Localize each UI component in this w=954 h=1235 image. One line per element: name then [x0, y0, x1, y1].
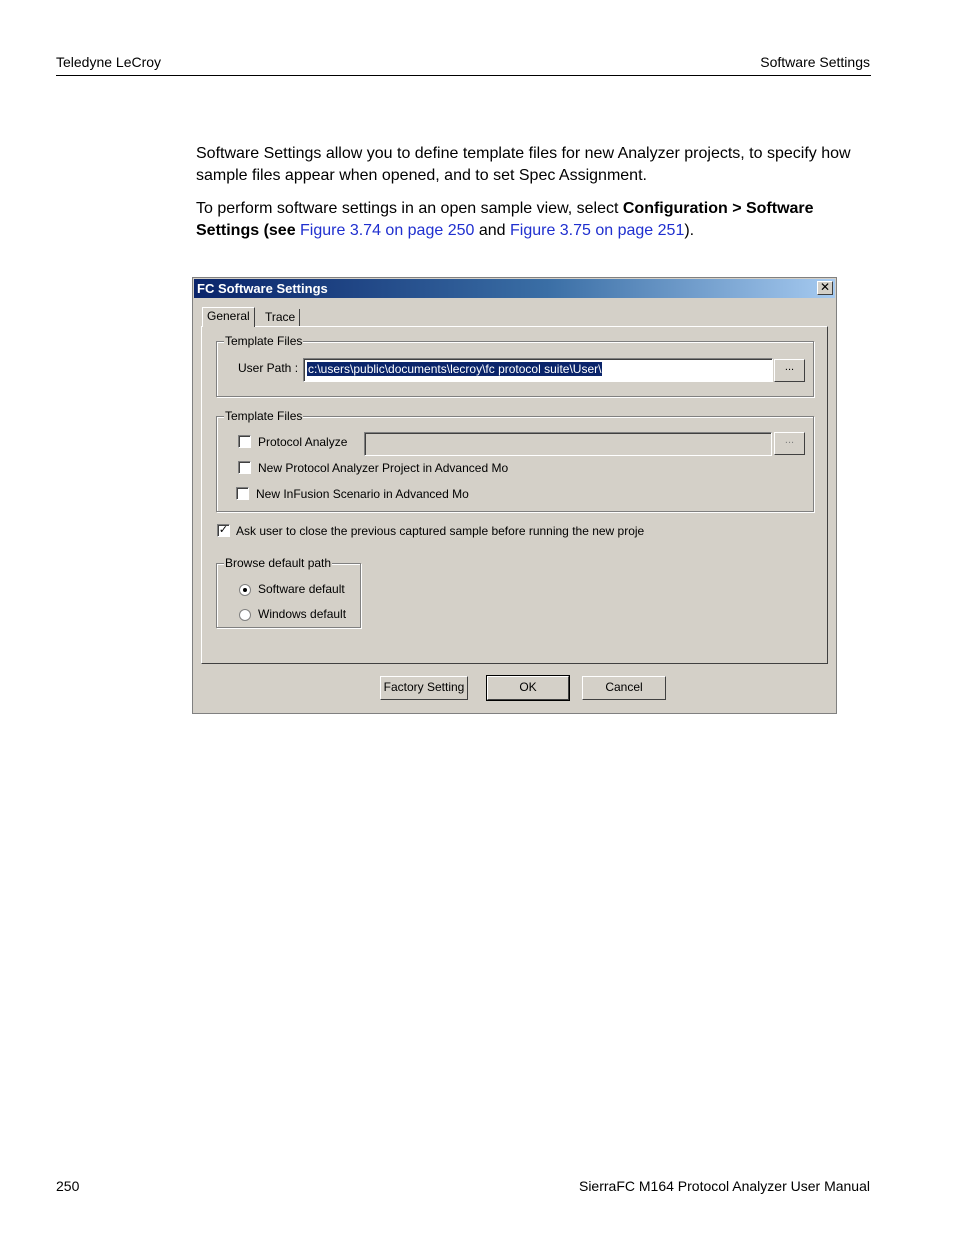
software-default-radio[interactable]	[239, 584, 251, 596]
header-right: Software Settings	[760, 54, 870, 70]
page-number: 250	[56, 1178, 80, 1194]
tab-trace[interactable]: Trace	[261, 309, 301, 327]
protocol-analyze-checkbox[interactable]	[238, 435, 251, 448]
cancel-button[interactable]: Cancel	[582, 676, 666, 700]
factory-setting-button[interactable]: Factory Setting	[380, 676, 468, 700]
instruction-suffix: ).	[684, 222, 695, 239]
user-path-input[interactable]: c:\users\public\documents\lecroy\fc prot…	[303, 358, 773, 382]
instruction-prefix: To perform software settings in an open …	[196, 200, 623, 217]
figure-link-1[interactable]: Figure 3.74 on page 250	[300, 222, 474, 239]
user-path-label: User Path :	[238, 361, 299, 375]
windows-default-label: Windows default	[258, 607, 347, 621]
user-path-value: c:\users\public\documents\lecroy\fc prot…	[307, 362, 603, 376]
protocol-analyze-path-input[interactable]	[364, 432, 772, 456]
ask-user-checkbox[interactable]: ✓	[217, 524, 230, 537]
ok-button[interactable]: OK	[486, 675, 570, 701]
template-files-group-1: Template Files User Path : c:\users\publ…	[216, 334, 814, 397]
browse-default-path-group: Browse default path Software default Win…	[216, 556, 361, 628]
group-title: Template Files	[224, 409, 304, 423]
software-default-label: Software default	[258, 582, 345, 596]
windows-default-radio[interactable]	[239, 609, 251, 621]
new-infusion-scenario-label: New InFusion Scenario in Advanced Mo	[256, 487, 469, 501]
new-protocol-project-checkbox[interactable]	[238, 461, 251, 474]
figure-link-2[interactable]: Figure 3.75 on page 251	[510, 222, 684, 239]
instruction-and: and	[474, 222, 510, 239]
group-title: Browse default path	[224, 556, 333, 570]
manual-title: SierraFC M164 Protocol Analyzer User Man…	[578, 1178, 870, 1194]
protocol-analyze-label: Protocol Analyze	[258, 435, 348, 449]
instruction-paragraph: To perform software settings in an open …	[196, 198, 876, 242]
group-title: Template Files	[224, 334, 304, 348]
ask-user-label: Ask user to close the previous captured …	[236, 524, 645, 538]
new-protocol-project-label: New Protocol Analyzer Project in Advance…	[258, 461, 509, 475]
user-path-browse-button[interactable]: ...	[774, 359, 805, 382]
dialog-titlebar[interactable]: FC Software Settings ✕	[194, 279, 835, 298]
protocol-analyze-browse-button[interactable]: ...	[774, 432, 805, 455]
template-files-group-2: Template Files Protocol Analyze ... New …	[216, 409, 814, 512]
software-settings-dialog: FC Software Settings ✕ General Trace Tem…	[192, 277, 837, 714]
header-rule	[56, 75, 871, 76]
header-left: Teledyne LeCroy	[56, 54, 162, 70]
intro-paragraph: Software Settings allow you to define te…	[196, 145, 851, 184]
tab-general[interactable]: General	[202, 307, 255, 327]
general-tab-panel: Template Files User Path : c:\users\publ…	[201, 326, 828, 664]
close-icon[interactable]: ✕	[817, 281, 833, 295]
new-infusion-scenario-checkbox[interactable]	[236, 487, 249, 500]
dialog-title: FC Software Settings	[197, 281, 328, 296]
